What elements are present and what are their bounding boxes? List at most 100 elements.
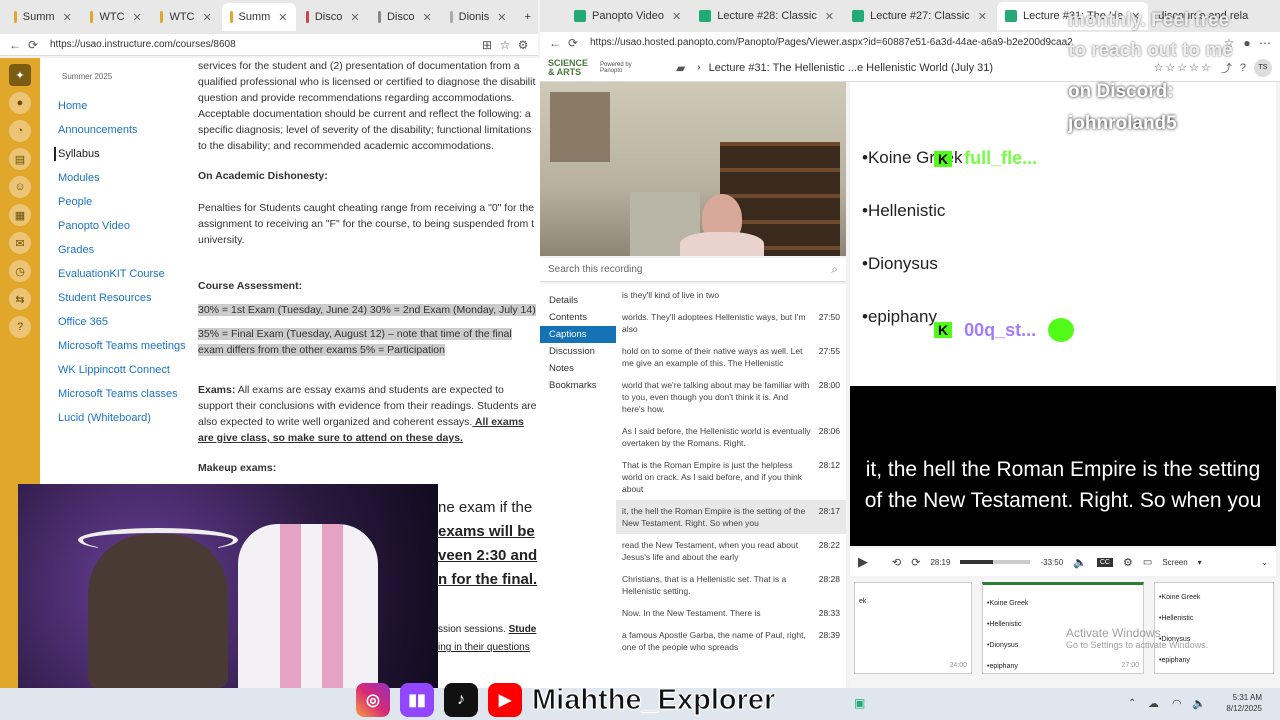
browser-tab[interactable]: Dionis ✕ bbox=[442, 3, 515, 31]
screen-label[interactable]: Screen bbox=[1162, 558, 1187, 567]
close-icon[interactable]: ✕ bbox=[203, 11, 212, 24]
close-icon[interactable]: ✕ bbox=[978, 10, 987, 23]
logo-icon[interactable]: ✦ bbox=[9, 64, 31, 86]
remaining-time: -33:50 bbox=[1040, 557, 1064, 567]
course-nav-teams-meetings[interactable]: Microsoft Teams meetings bbox=[58, 339, 190, 353]
search-icon[interactable]: ⌕ bbox=[831, 262, 838, 277]
lecturer-video[interactable] bbox=[540, 82, 846, 256]
wifi-icon[interactable]: ◠ bbox=[1172, 697, 1182, 710]
browser-tab[interactable]: Disco ✕ bbox=[298, 3, 368, 31]
caption-row[interactable]: As I said before, the Hellenistic world … bbox=[616, 420, 846, 454]
rewind-icon[interactable]: ⟲ bbox=[892, 556, 901, 569]
volume-icon[interactable]: 🔈 bbox=[1073, 556, 1087, 569]
help-icon[interactable]: ? bbox=[9, 316, 31, 338]
browser-tab[interactable]: Panopto Video ✕ bbox=[566, 2, 689, 30]
caption-row[interactable]: is they'll kind of live in two bbox=[616, 284, 846, 306]
browser-tab[interactable]: Summ ✕ bbox=[6, 3, 80, 31]
caption-row[interactable]: worlds. They'll adoptees Hellenistic way… bbox=[616, 306, 846, 340]
panopto-icon bbox=[574, 10, 586, 22]
account-icon[interactable]: ● bbox=[9, 92, 31, 114]
course-nav-announcements[interactable]: Announcements bbox=[58, 123, 190, 137]
groups-icon[interactable]: ☺ bbox=[9, 176, 31, 198]
inbox-icon[interactable]: ✉ bbox=[9, 232, 31, 254]
browser-tab-active[interactable]: Summ ✕ bbox=[221, 3, 296, 31]
refresh-icon[interactable]: ⟳ bbox=[564, 36, 582, 50]
play-icon[interactable]: ▶ bbox=[858, 554, 868, 570]
back-icon[interactable]: ← bbox=[6, 38, 24, 52]
tab-captions[interactable]: Captions bbox=[540, 326, 616, 343]
settings-icon[interactable]: ⚙ bbox=[1123, 556, 1133, 569]
course-nav-teams-classes[interactable]: Microsoft Teams classes bbox=[58, 387, 190, 401]
course-nav-modules[interactable]: Modules bbox=[58, 171, 190, 185]
grid-icon[interactable]: ⊞ bbox=[478, 38, 496, 52]
tab-discussion[interactable]: Discussion bbox=[540, 343, 616, 360]
close-icon[interactable]: ✕ bbox=[350, 11, 359, 24]
course-nav-student-resources[interactable]: Student Resources bbox=[58, 291, 190, 305]
caption-row[interactable]: Now. In the New Testament. There is 28:33 bbox=[616, 602, 846, 624]
calendar-icon[interactable]: ▦ bbox=[9, 204, 31, 226]
new-tab-button[interactable]: + bbox=[516, 3, 538, 31]
caption-row[interactable]: a famous Apostle Garba, the name of Paul… bbox=[616, 624, 846, 658]
course-nav-office365[interactable]: Office 365 bbox=[58, 315, 190, 329]
tab-label: WTC bbox=[99, 11, 125, 23]
course-nav-grades[interactable]: Grades bbox=[58, 243, 190, 257]
thumbnail[interactable]: ek 24:00 bbox=[854, 582, 972, 674]
url-input[interactable]: https://usao.instructure.com/courses/860… bbox=[42, 35, 478, 55]
cc-button[interactable]: CC bbox=[1096, 557, 1113, 567]
chevron-down-icon[interactable]: ▾ bbox=[1198, 558, 1202, 567]
browser-tab[interactable]: WTC ✕ bbox=[82, 3, 150, 31]
course-nav-people[interactable]: People bbox=[58, 195, 190, 209]
volume-icon[interactable]: 🔈 bbox=[1192, 697, 1206, 710]
course-nav-syllabus[interactable]: Syllabus bbox=[54, 147, 190, 161]
screen-icon[interactable]: ▭ bbox=[1143, 557, 1152, 568]
caption-row[interactable]: world that we're talking about may be fa… bbox=[616, 374, 846, 420]
course-nav-home[interactable]: Home bbox=[58, 99, 190, 113]
browser-tab[interactable]: WTC ✕ bbox=[152, 3, 220, 31]
peek-text: ing in their questions bbox=[438, 642, 530, 653]
peek-text: Stude bbox=[508, 624, 537, 635]
back-icon[interactable]: ← bbox=[546, 36, 564, 50]
tray-chevron-icon[interactable]: ⌃ bbox=[1128, 698, 1136, 709]
close-icon[interactable]: ✕ bbox=[422, 11, 431, 24]
caption-row[interactable]: Christians, that is a Hellenistic set. T… bbox=[616, 568, 846, 602]
browser-tab[interactable]: Disco ✕ bbox=[370, 3, 440, 31]
course-nav-panopto[interactable]: Panopto Video bbox=[58, 219, 190, 233]
close-icon[interactable]: ✕ bbox=[278, 11, 287, 24]
panopto-icon bbox=[699, 10, 712, 22]
commons-icon[interactable]: ⇆ bbox=[9, 288, 31, 310]
progress-bar[interactable] bbox=[960, 560, 1031, 564]
caption-row[interactable]: hold on to some of their native ways as … bbox=[616, 340, 846, 374]
tab-details[interactable]: Details bbox=[540, 292, 616, 309]
network-icon[interactable]: ☁ bbox=[1148, 697, 1159, 710]
close-icon[interactable]: ✕ bbox=[497, 11, 506, 24]
caption-row[interactable]: That is the Roman Empire is just the hel… bbox=[616, 454, 846, 500]
star-icon[interactable]: ☆ bbox=[496, 38, 514, 52]
clock[interactable]: 5:31 AM 8/12/2025 bbox=[1222, 692, 1262, 714]
caption-row[interactable]: read the New Testament, when you read ab… bbox=[616, 534, 846, 568]
expand-icon[interactable]: ⌄ bbox=[1261, 558, 1268, 567]
history-icon[interactable]: ◷ bbox=[9, 260, 31, 282]
emote-icon bbox=[1048, 318, 1075, 342]
browser-tab[interactable]: Lecture #27: Classic ✕ bbox=[844, 2, 995, 30]
dashboard-icon[interactable]: ◔ bbox=[9, 120, 31, 142]
browser-tab[interactable]: Lecture #28: Classic ✕ bbox=[691, 2, 842, 30]
tab-contents[interactable]: Contents bbox=[540, 309, 616, 326]
close-icon[interactable]: ✕ bbox=[825, 10, 834, 23]
close-icon[interactable]: ✕ bbox=[133, 11, 142, 24]
discord-info: on Discord: johnroland5 bbox=[1068, 76, 1177, 140]
courses-icon[interactable]: ▤ bbox=[9, 148, 31, 170]
course-nav-lucid[interactable]: Lucid (Whiteboard) bbox=[58, 411, 190, 425]
extensions-icon[interactable]: ⚙ bbox=[514, 38, 532, 52]
folder-icon[interactable]: ▰ bbox=[676, 61, 685, 75]
refresh-icon[interactable]: ⟳ bbox=[24, 38, 42, 52]
caption-row-current[interactable]: it, the hell the Roman Empire is the set… bbox=[616, 500, 846, 534]
course-nav-evaluationkit[interactable]: EvaluationKIT Course bbox=[58, 267, 190, 281]
app-icon[interactable]: ▣ bbox=[854, 696, 865, 710]
close-icon[interactable]: ✕ bbox=[672, 10, 681, 23]
tab-bookmarks[interactable]: Bookmarks bbox=[540, 377, 616, 394]
search-recording-input[interactable]: Search this recording ⌕ bbox=[540, 258, 846, 282]
course-nav-wk-lippincott[interactable]: WK Lippincott Connect bbox=[58, 363, 190, 377]
close-icon[interactable]: ✕ bbox=[63, 11, 72, 24]
tab-notes[interactable]: Notes bbox=[540, 360, 616, 377]
forward-icon[interactable]: ⟳ bbox=[911, 556, 920, 569]
